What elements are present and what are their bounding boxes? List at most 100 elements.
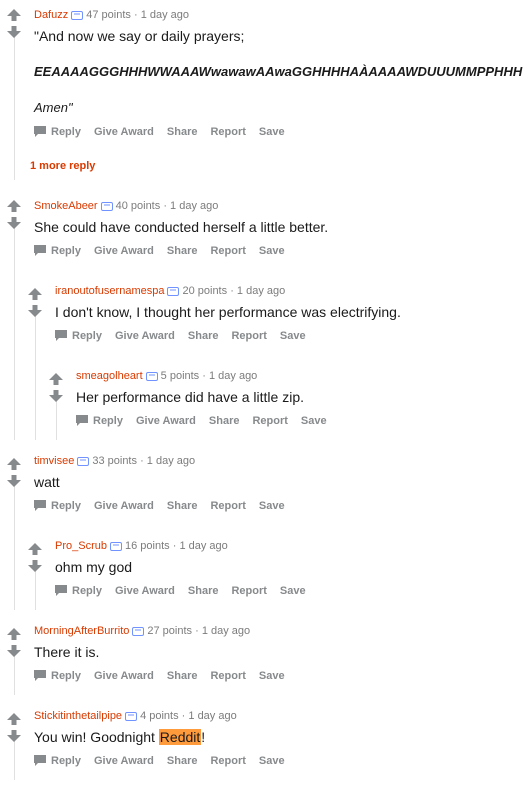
vote-controls: [49, 373, 65, 402]
thread-line: [35, 310, 36, 440]
upvote-icon[interactable]: [49, 373, 63, 385]
report-button[interactable]: Report: [231, 330, 266, 342]
reply-button[interactable]: Reply: [55, 585, 102, 597]
save-button[interactable]: Save: [280, 585, 306, 597]
give-award-button[interactable]: Give Award: [136, 415, 196, 427]
vote-controls: [7, 200, 23, 229]
give-award-button[interactable]: Give Award: [94, 500, 154, 512]
share-button[interactable]: Share: [188, 585, 219, 597]
reply-button[interactable]: Reply: [34, 500, 81, 512]
downvote-icon[interactable]: [7, 217, 21, 229]
upvote-icon[interactable]: [28, 288, 42, 300]
report-button[interactable]: Report: [210, 755, 245, 767]
save-button[interactable]: Save: [259, 500, 285, 512]
share-button[interactable]: Share: [167, 755, 198, 767]
comment-body-line: "And now we say or daily prayers;: [34, 28, 245, 44]
reply-button[interactable]: Reply: [76, 415, 123, 427]
report-button[interactable]: Report: [210, 126, 245, 138]
points: 33 points: [92, 455, 137, 467]
save-button[interactable]: Save: [280, 330, 306, 342]
upvote-icon[interactable]: [7, 200, 21, 212]
timestamp: 1 day ago: [201, 625, 251, 637]
share-button[interactable]: Share: [167, 245, 198, 257]
separator: ·: [140, 455, 144, 467]
author-link[interactable]: iranoutofusernamespa: [55, 285, 164, 297]
points: 40 points: [115, 200, 161, 212]
comment-meta: MorningAfterBurrito 27 points · 1 day ago: [34, 625, 250, 637]
share-button[interactable]: Share: [167, 500, 198, 512]
timestamp: 1 day ago: [236, 285, 286, 297]
downvote-icon[interactable]: [7, 730, 21, 742]
upvote-icon[interactable]: [7, 713, 21, 725]
timestamp: 1 day ago: [170, 200, 219, 212]
flair-icon: [71, 10, 84, 20]
downvote-icon[interactable]: [28, 305, 42, 317]
reply-button[interactable]: Reply: [55, 330, 102, 342]
author-link[interactable]: smeagolheart: [76, 370, 143, 382]
flair-icon: [132, 626, 145, 636]
save-button[interactable]: Save: [259, 755, 285, 767]
vote-controls: [7, 713, 23, 742]
author-link[interactable]: Pro_Scrub: [55, 540, 107, 552]
vote-controls: [7, 9, 23, 38]
comment-body: ohm my god: [55, 559, 133, 575]
report-button[interactable]: Report: [210, 500, 245, 512]
downvote-icon[interactable]: [7, 26, 21, 38]
share-button[interactable]: Share: [167, 126, 198, 138]
points: 20 points: [182, 285, 228, 297]
give-award-button[interactable]: Give Award: [94, 755, 154, 767]
points: 27 points: [147, 625, 193, 637]
comment-meta: iranoutofusernamespa 20 points · 1 day ag…: [55, 285, 285, 297]
downvote-icon[interactable]: [7, 645, 21, 657]
reply-button[interactable]: Reply: [34, 245, 81, 257]
body-text: !: [201, 729, 206, 745]
upvote-icon[interactable]: [7, 458, 21, 470]
author-link[interactable]: MorningAfterBurrito: [34, 625, 129, 637]
flair-icon: [125, 711, 138, 721]
report-button[interactable]: Report: [252, 415, 287, 427]
save-button[interactable]: Save: [259, 126, 285, 138]
give-award-button[interactable]: Give Award: [94, 245, 154, 257]
report-button[interactable]: Report: [210, 245, 245, 257]
reply-button[interactable]: Reply: [34, 126, 81, 138]
give-award-button[interactable]: Give Award: [115, 330, 175, 342]
reply-button[interactable]: Reply: [34, 755, 81, 767]
flair-icon: [167, 286, 180, 296]
separator: ·: [163, 200, 167, 212]
comment-meta: timvisee 33 points · 1 day ago: [34, 455, 195, 467]
separator: ·: [181, 710, 186, 722]
author-link[interactable]: Dafuzz: [34, 9, 68, 21]
give-award-button[interactable]: Give Award: [94, 670, 154, 682]
downvote-icon[interactable]: [28, 560, 42, 572]
thread-line: [14, 222, 15, 440]
save-button[interactable]: Save: [301, 415, 327, 427]
downvote-icon[interactable]: [7, 475, 21, 487]
upvote-icon[interactable]: [28, 543, 42, 555]
reply-button[interactable]: Reply: [34, 670, 81, 682]
downvote-icon[interactable]: [49, 390, 63, 402]
comment-body: She could have conducted herself a littl…: [34, 219, 329, 235]
vote-controls: [28, 288, 44, 317]
author-link[interactable]: timvisee: [34, 455, 74, 467]
comment-actions: Reply Give Award Share Report Save: [55, 585, 319, 597]
separator: ·: [133, 9, 138, 21]
report-button[interactable]: Report: [210, 670, 245, 682]
share-button[interactable]: Share: [167, 670, 198, 682]
more-replies-link[interactable]: 1 more reply: [30, 160, 95, 172]
give-award-button[interactable]: Give Award: [94, 126, 154, 138]
report-button[interactable]: Report: [231, 585, 266, 597]
upvote-icon[interactable]: [7, 9, 21, 21]
comment-icon: [76, 415, 88, 426]
comment-actions: Reply Give Award Share Report Save: [76, 415, 340, 427]
give-award-button[interactable]: Give Award: [115, 585, 175, 597]
author-link[interactable]: Stickitinthetailpipe: [34, 710, 122, 722]
upvote-icon[interactable]: [7, 628, 21, 640]
author-link[interactable]: SmokeAbeer: [34, 200, 98, 212]
share-button[interactable]: Share: [209, 415, 240, 427]
comment-icon: [34, 245, 46, 256]
comment-icon: [34, 126, 46, 137]
comment-actions: Reply Give Award Share Report Save: [34, 126, 298, 138]
save-button[interactable]: Save: [259, 670, 285, 682]
save-button[interactable]: Save: [259, 245, 285, 257]
share-button[interactable]: Share: [188, 330, 219, 342]
